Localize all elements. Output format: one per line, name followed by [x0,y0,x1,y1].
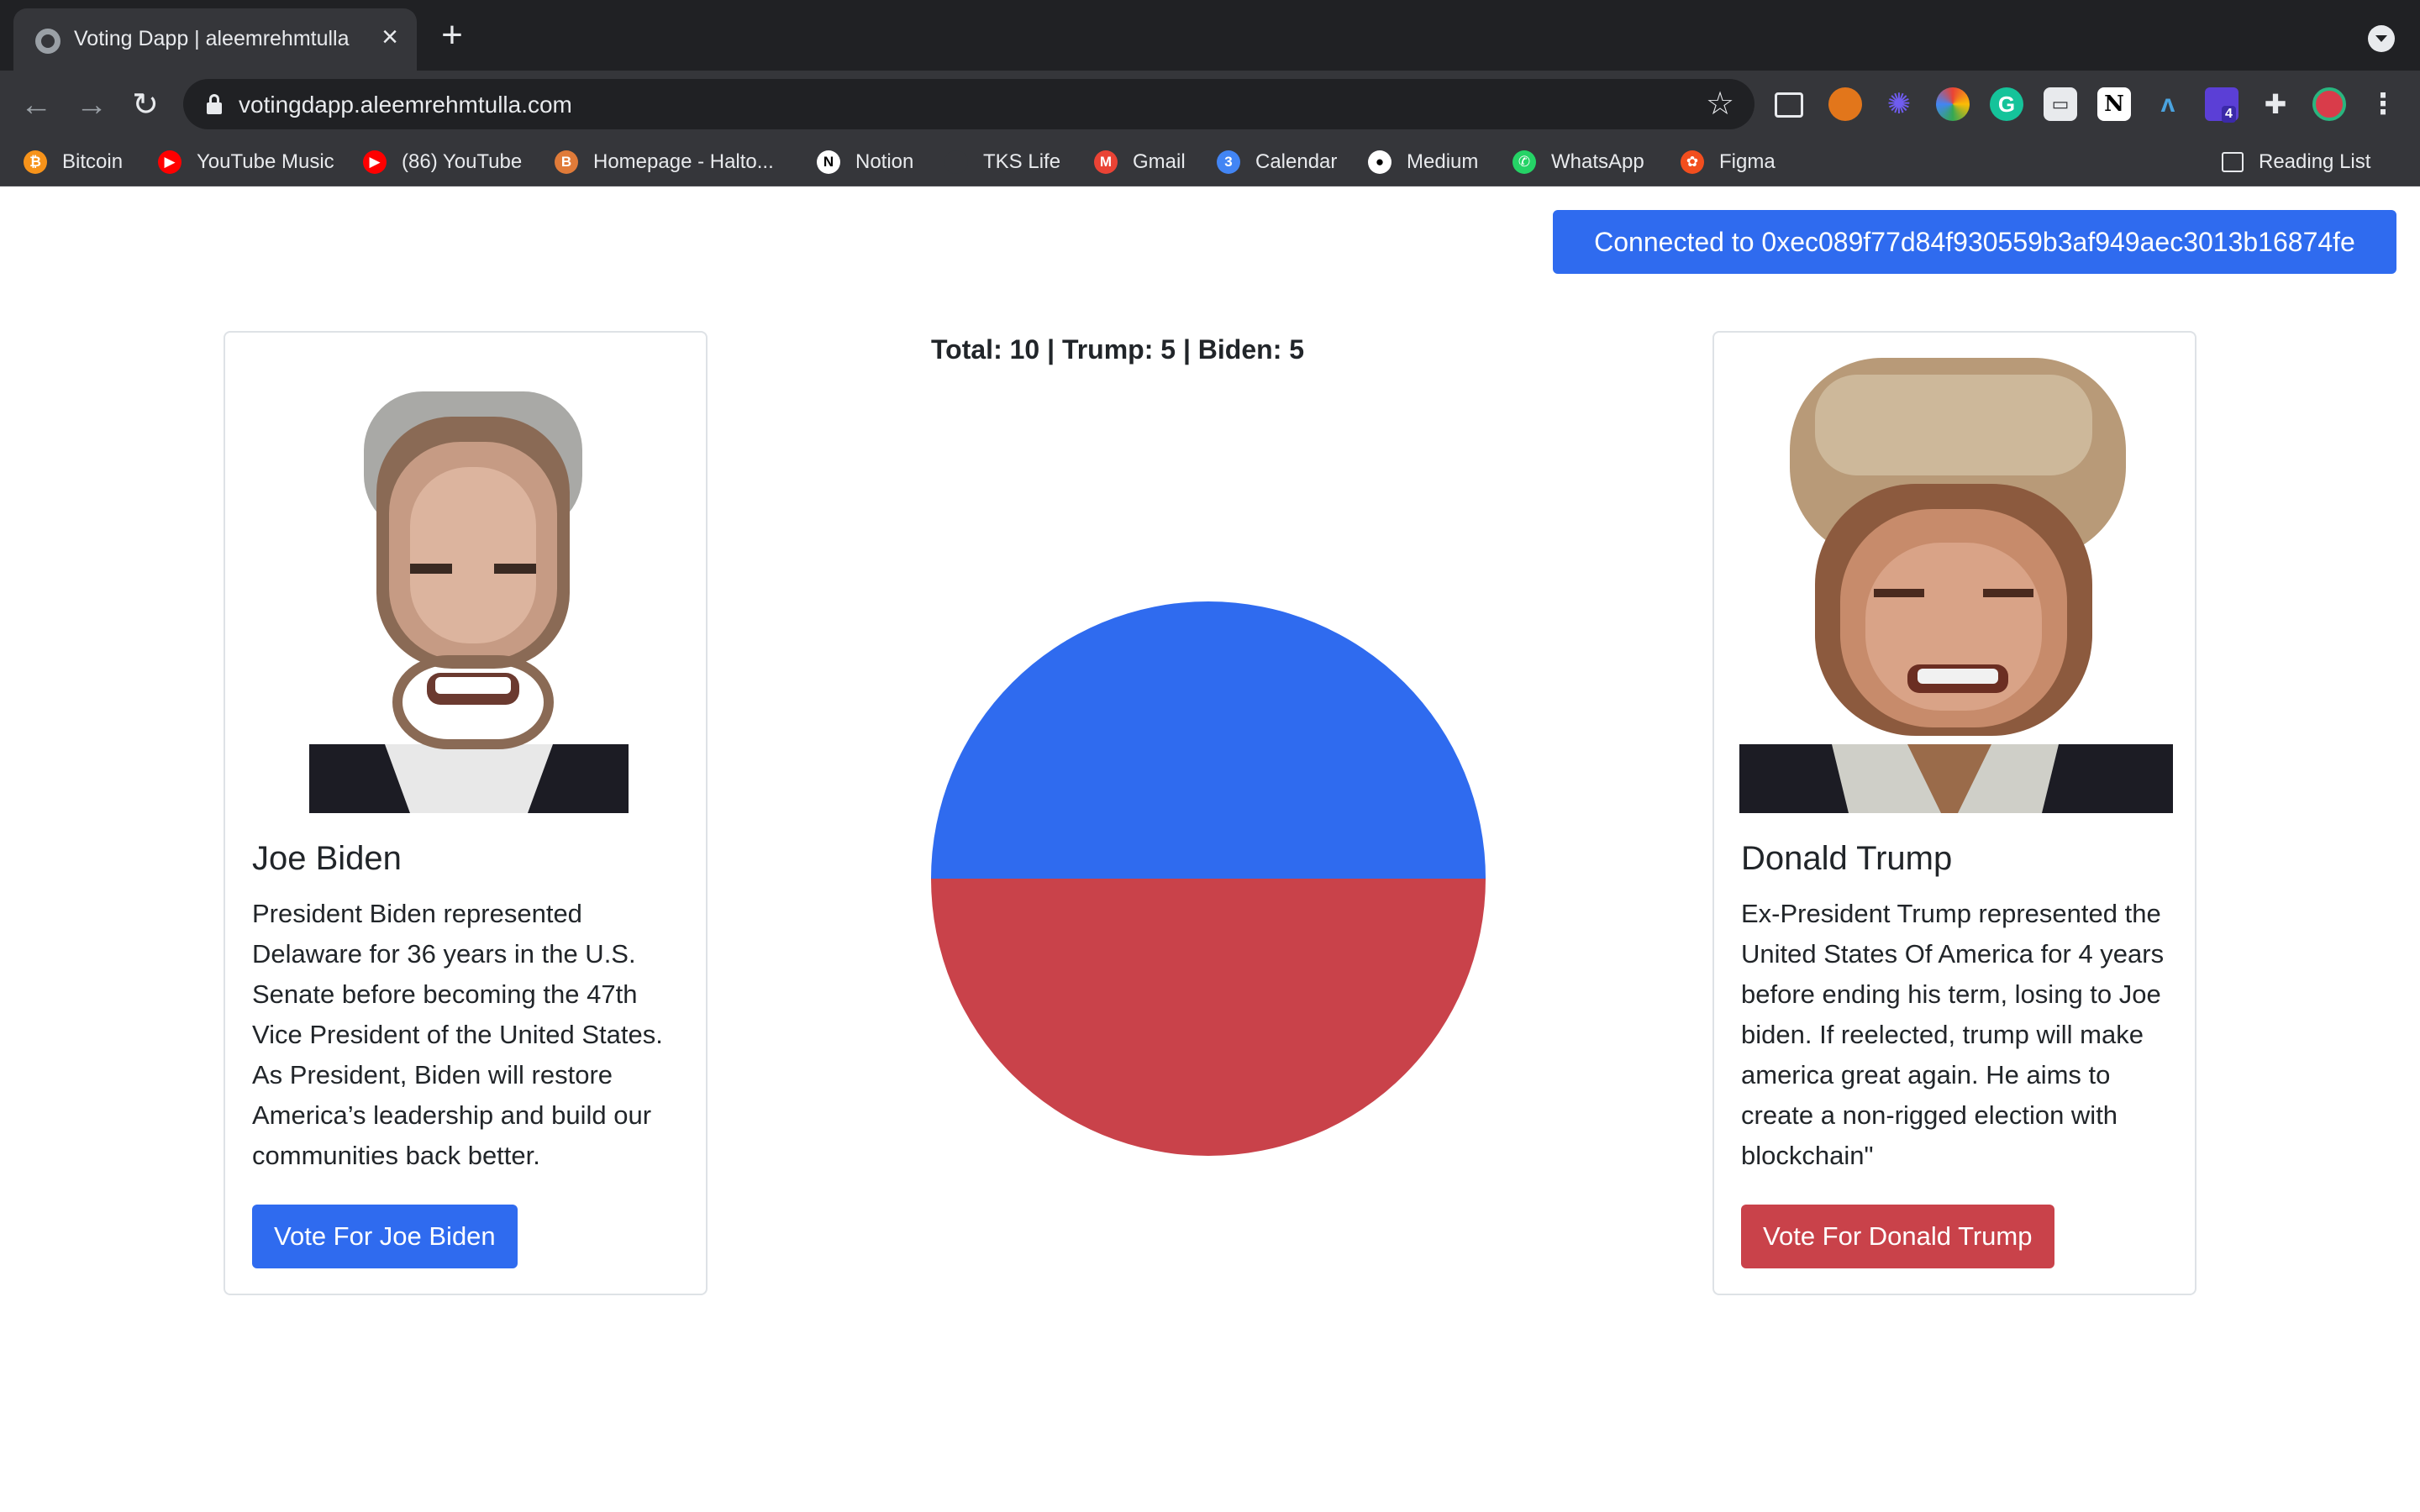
grammarly-icon[interactable]: G [1990,87,2023,121]
candidate-card-trump: Donald Trump Ex-President Trump represen… [1712,331,2196,1295]
asterisk-extension-icon[interactable]: ✺ [1882,87,1916,121]
bookmark-label: (86) YouTube [402,150,523,173]
bookmark-label: WhatsApp [1551,150,1644,173]
pie-slice-trump [931,879,1486,1156]
candidate-name: Joe Biden [252,840,402,877]
bookmark-star-icon[interactable]: ☆ [1706,86,1734,123]
bookmark-favicon-icon: N [817,150,840,174]
puzzle-badge-extension-icon[interactable]: 4 [2205,87,2238,123]
wave-extension-icon[interactable]: ʌ [2151,87,2185,121]
tab-title: Voting Dapp | aleemrehmtulla [74,27,350,50]
close-tab-icon[interactable]: × [375,22,405,52]
extension-badge: 4 [2222,106,2236,123]
bookmark-item[interactable]: TKS Life [944,144,1060,180]
reading-list-icon [2222,152,2244,172]
candidate-card-biden: Joe Biden President Biden represented De… [224,331,708,1295]
url-text[interactable]: votingdapp.aleemrehmtulla.com [239,92,572,118]
bookmark-item[interactable]: ₿ Bitcoin [24,144,123,180]
bookmark-item[interactable]: ● Medium [1368,144,1478,180]
metamask-fox-icon[interactable] [1828,87,1862,121]
bookmark-item[interactable]: N Notion [817,144,913,180]
notion-extension-icon[interactable]: N [2097,87,2131,121]
candidate-description: President Biden represented Delaware for… [252,899,663,1170]
bookmark-item[interactable]: ✿ Figma [1681,144,1776,180]
vote-biden-button[interactable]: Vote For Joe Biden [252,1205,518,1268]
bookmark-item[interactable]: ✆ WhatsApp [1512,144,1644,180]
bookmark-item[interactable]: B Homepage - Halto... [555,144,774,180]
bookmark-item[interactable]: ▶ (86) YouTube [363,144,522,180]
bookmark-label: Homepage - Halto... [593,150,774,173]
color-picker-icon[interactable] [1936,87,1970,121]
new-tab-icon[interactable]: + [435,17,469,54]
reader-mode-icon[interactable] [1775,92,1803,118]
bookmark-favicon-icon: ✆ [1512,150,1536,174]
browser-menu-icon[interactable]: ⋮ [2366,87,2400,121]
biden-portrait [309,391,629,813]
bookmark-favicon-icon: ▶ [363,150,387,174]
candidate-name: Donald Trump [1741,840,1953,877]
bookmark-item[interactable]: 3 Calendar [1217,144,1337,180]
tab-search-icon[interactable] [2368,25,2395,52]
profile-avatar[interactable] [2312,87,2346,121]
bookmark-item[interactable]: ▶ YouTube Music [158,144,334,180]
forward-arrow-icon[interactable]: → [72,86,111,124]
trump-portrait [1739,358,2173,813]
bookmark-label: YouTube Music [197,150,334,173]
browser-toolbar: ← → ↻ votingdapp.aleemrehmtulla.com ☆ ✺ … [0,71,2420,139]
browser-tab[interactable]: Voting Dapp | aleemrehmtulla × [13,8,417,71]
bookmark-favicon-icon: M [1094,150,1118,174]
reading-list-button[interactable]: Reading List [2222,144,2370,180]
bookmark-item[interactable]: M Gmail [1094,144,1186,180]
globe-icon [35,29,60,54]
bookmark-label: Medium [1407,150,1479,173]
bookmark-label: Calendar [1255,150,1338,173]
bookmark-label: TKS Life [983,150,1061,173]
bookmark-favicon-icon [944,150,968,174]
bookmark-label: Notion [855,150,914,173]
bookmark-favicon-icon: B [555,150,578,174]
bookmark-label: Bitcoin [62,150,124,173]
candidate-description: Ex-President Trump represented the Unite… [1741,899,2165,1170]
pie-slice-biden [931,601,1486,879]
bookmark-favicon-icon: ▶ [158,150,182,174]
address-bar[interactable]: votingdapp.aleemrehmtulla.com ☆ [183,79,1754,129]
bookmark-favicon-icon: ₿ [24,150,47,174]
bookmarks-bar: Reading List ₿ Bitcoin ▶ YouTube Music ▶ (86)… [0,139,2420,186]
bookmark-favicon-icon: ✿ [1681,150,1704,174]
bookmark-label: Figma [1719,150,1776,173]
bookmark-favicon-icon: ● [1368,150,1392,174]
screenshot-extension-icon[interactable]: ▭ [2044,87,2077,121]
lock-icon [207,94,222,114]
browser-tab-bar: Voting Dapp | aleemrehmtulla × + [0,0,2420,71]
reload-icon[interactable]: ↻ [126,86,165,124]
vote-trump-button[interactable]: Vote For Donald Trump [1741,1205,2054,1268]
bookmark-favicon-icon: 3 [1217,150,1240,174]
reading-list-label: Reading List [2259,150,2371,173]
wallet-connected-button[interactable]: Connected to 0xec089f77d84f930559b3af949… [1553,210,2396,274]
extensions-puzzle-icon[interactable]: ✚ [2259,87,2292,121]
vote-pie-chart [931,601,1486,1156]
back-arrow-icon[interactable]: ← [17,86,55,124]
vote-tally: Total: 10 | Trump: 5 | Biden: 5 [931,334,1305,365]
bookmark-label: Gmail [1133,150,1186,173]
